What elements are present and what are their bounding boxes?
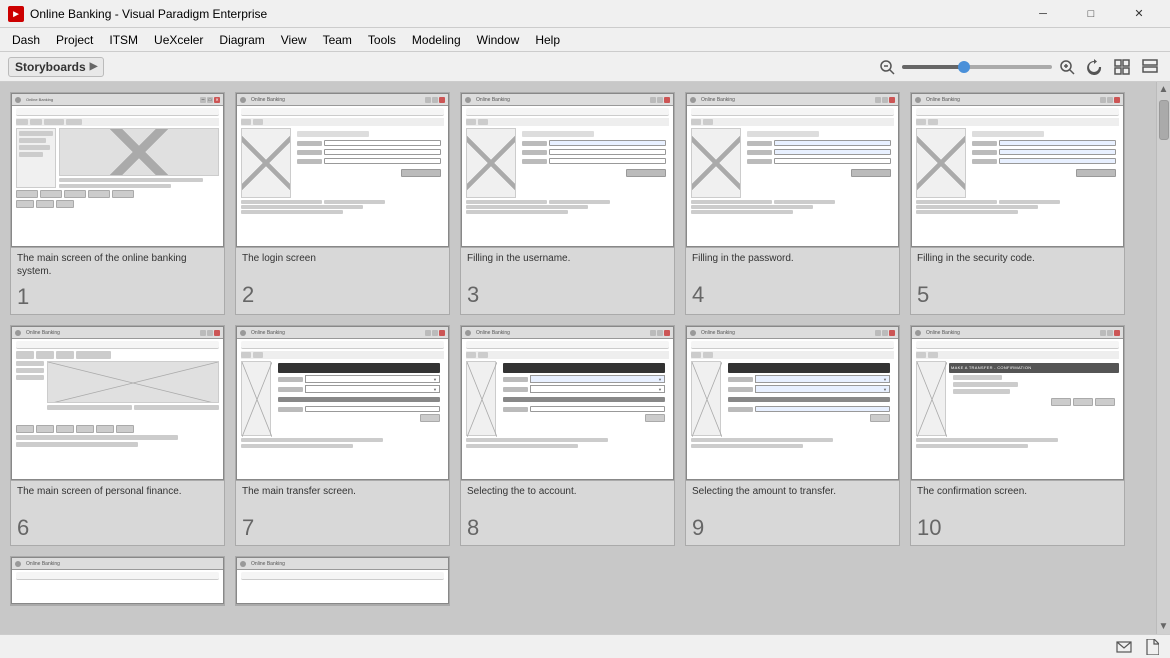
card-preview-8: Online Banking [461,326,674,481]
card-number-9: 9 [686,513,899,545]
scrollbar[interactable]: ▲ ▼ [1156,82,1170,634]
card-description-2: The login screen [236,248,449,280]
storyboard-row-3: Online Banking Online Banking [10,556,1146,606]
card-preview-7: Online Banking [236,326,449,481]
menu-item-modeling[interactable]: Modeling [404,31,469,49]
storyboard-card-1[interactable]: Online Banking ─ □ ✕ [10,92,225,315]
menu-item-tools[interactable]: Tools [360,31,404,49]
storyboard-row-2: Online Banking [10,325,1146,546]
status-bar [0,634,1170,658]
storyboard-grid[interactable]: Online Banking ─ □ ✕ [0,82,1156,634]
card-preview-1: Online Banking ─ □ ✕ [11,93,224,248]
card-preview-12: Online Banking [236,557,449,605]
card-number-7: 7 [236,513,449,545]
card-preview-6: Online Banking [11,326,224,481]
app-icon: ▶ [8,6,24,22]
window-title: Online Banking - Visual Paradigm Enterpr… [30,7,1020,21]
zoom-in-button[interactable] [1056,56,1078,78]
card-number-1: 1 [11,282,224,314]
scroll-down-button[interactable]: ▼ [1159,621,1169,632]
card-preview-11: Online Banking [11,557,224,605]
storyboard-card-12[interactable]: Online Banking [235,556,450,606]
card-preview-4: Online Banking [686,93,899,248]
card-number-2: 2 [236,280,449,312]
card-number-3: 3 [461,280,674,312]
card-number-5: 5 [911,280,1124,312]
toolbar-right-icons [1082,55,1162,79]
card-description-9: Selecting the amount to transfer. [686,481,899,513]
grid-view-button[interactable] [1110,55,1134,79]
storyboard-row-1: Online Banking ─ □ ✕ [10,92,1146,315]
card-preview-5: Online Banking [911,93,1124,248]
title-bar: ▶ Online Banking - Visual Paradigm Enter… [0,0,1170,28]
card-number-6: 6 [11,513,224,545]
card-description-8: Selecting the to account. [461,481,674,513]
breadcrumb-chevron: ▶ [90,61,98,72]
zoom-slider-thumb[interactable] [958,61,970,73]
storyboard-card-10[interactable]: Online Banking [910,325,1125,546]
menu-item-diagram[interactable]: Diagram [211,31,272,49]
window-controls: ─ □ ✕ [1020,4,1162,24]
storyboard-card-6[interactable]: Online Banking [10,325,225,546]
card-description-6: The main screen of personal finance. [11,481,224,513]
card-description-5: Filling in the security code. [911,248,1124,280]
menu-item-uexceler[interactable]: UeXceler [146,31,211,49]
maximize-button[interactable]: □ [1068,4,1114,24]
refresh-button[interactable] [1082,55,1106,79]
card-number-8: 8 [461,513,674,545]
menu-item-view[interactable]: View [273,31,315,49]
close-button[interactable]: ✕ [1116,4,1162,24]
menu-item-help[interactable]: Help [527,31,568,49]
menu-bar: Dash Project ITSM UeXceler Diagram View … [0,28,1170,52]
main-content: Online Banking ─ □ ✕ [0,82,1170,634]
menu-item-window[interactable]: Window [469,31,528,49]
storyboard-card-11[interactable]: Online Banking [10,556,225,606]
card-preview-9: Online Banking [686,326,899,481]
minimize-button[interactable]: ─ [1020,4,1066,24]
menu-item-itsm[interactable]: ITSM [101,31,146,49]
menu-item-dash[interactable]: Dash [4,31,48,49]
breadcrumb-label: Storyboards [15,60,86,74]
card-description-7: The main transfer screen. [236,481,449,513]
storyboard-card-4[interactable]: Online Banking [685,92,900,315]
toolbar: Storyboards ▶ [0,52,1170,82]
email-icon-button[interactable] [1114,637,1134,657]
card-description-4: Filling in the password. [686,248,899,280]
menu-item-project[interactable]: Project [48,31,101,49]
zoom-slider[interactable] [902,65,1052,69]
storyboard-card-8[interactable]: Online Banking [460,325,675,546]
card-number-4: 4 [686,280,899,312]
zoom-out-icon [879,59,895,75]
card-preview-2: Online Banking [236,93,449,248]
storyboard-card-2[interactable]: Online Banking [235,92,450,315]
storyboard-card-5[interactable]: Online Banking [910,92,1125,315]
card-description-3: Filling in the username. [461,248,674,280]
zoom-controls [876,55,1162,79]
zoom-in-icon [1059,59,1075,75]
card-preview-10: Online Banking [911,326,1124,481]
storyboard-card-9[interactable]: Online Banking [685,325,900,546]
card-description-1: The main screen of the online banking sy… [11,248,224,282]
breadcrumb-storyboards[interactable]: Storyboards ▶ [8,57,104,77]
file-icon-button[interactable] [1142,637,1162,657]
scroll-up-button[interactable]: ▲ [1159,84,1169,95]
list-view-button[interactable] [1138,55,1162,79]
card-number-10: 10 [911,513,1124,545]
menu-item-team[interactable]: Team [315,31,360,49]
storyboard-card-7[interactable]: Online Banking [235,325,450,546]
card-description-10: The confirmation screen. [911,481,1124,513]
zoom-out-button[interactable] [876,56,898,78]
scrollbar-thumb[interactable] [1159,100,1169,140]
storyboard-card-3[interactable]: Online Banking [460,92,675,315]
card-preview-3: Online Banking [461,93,674,248]
